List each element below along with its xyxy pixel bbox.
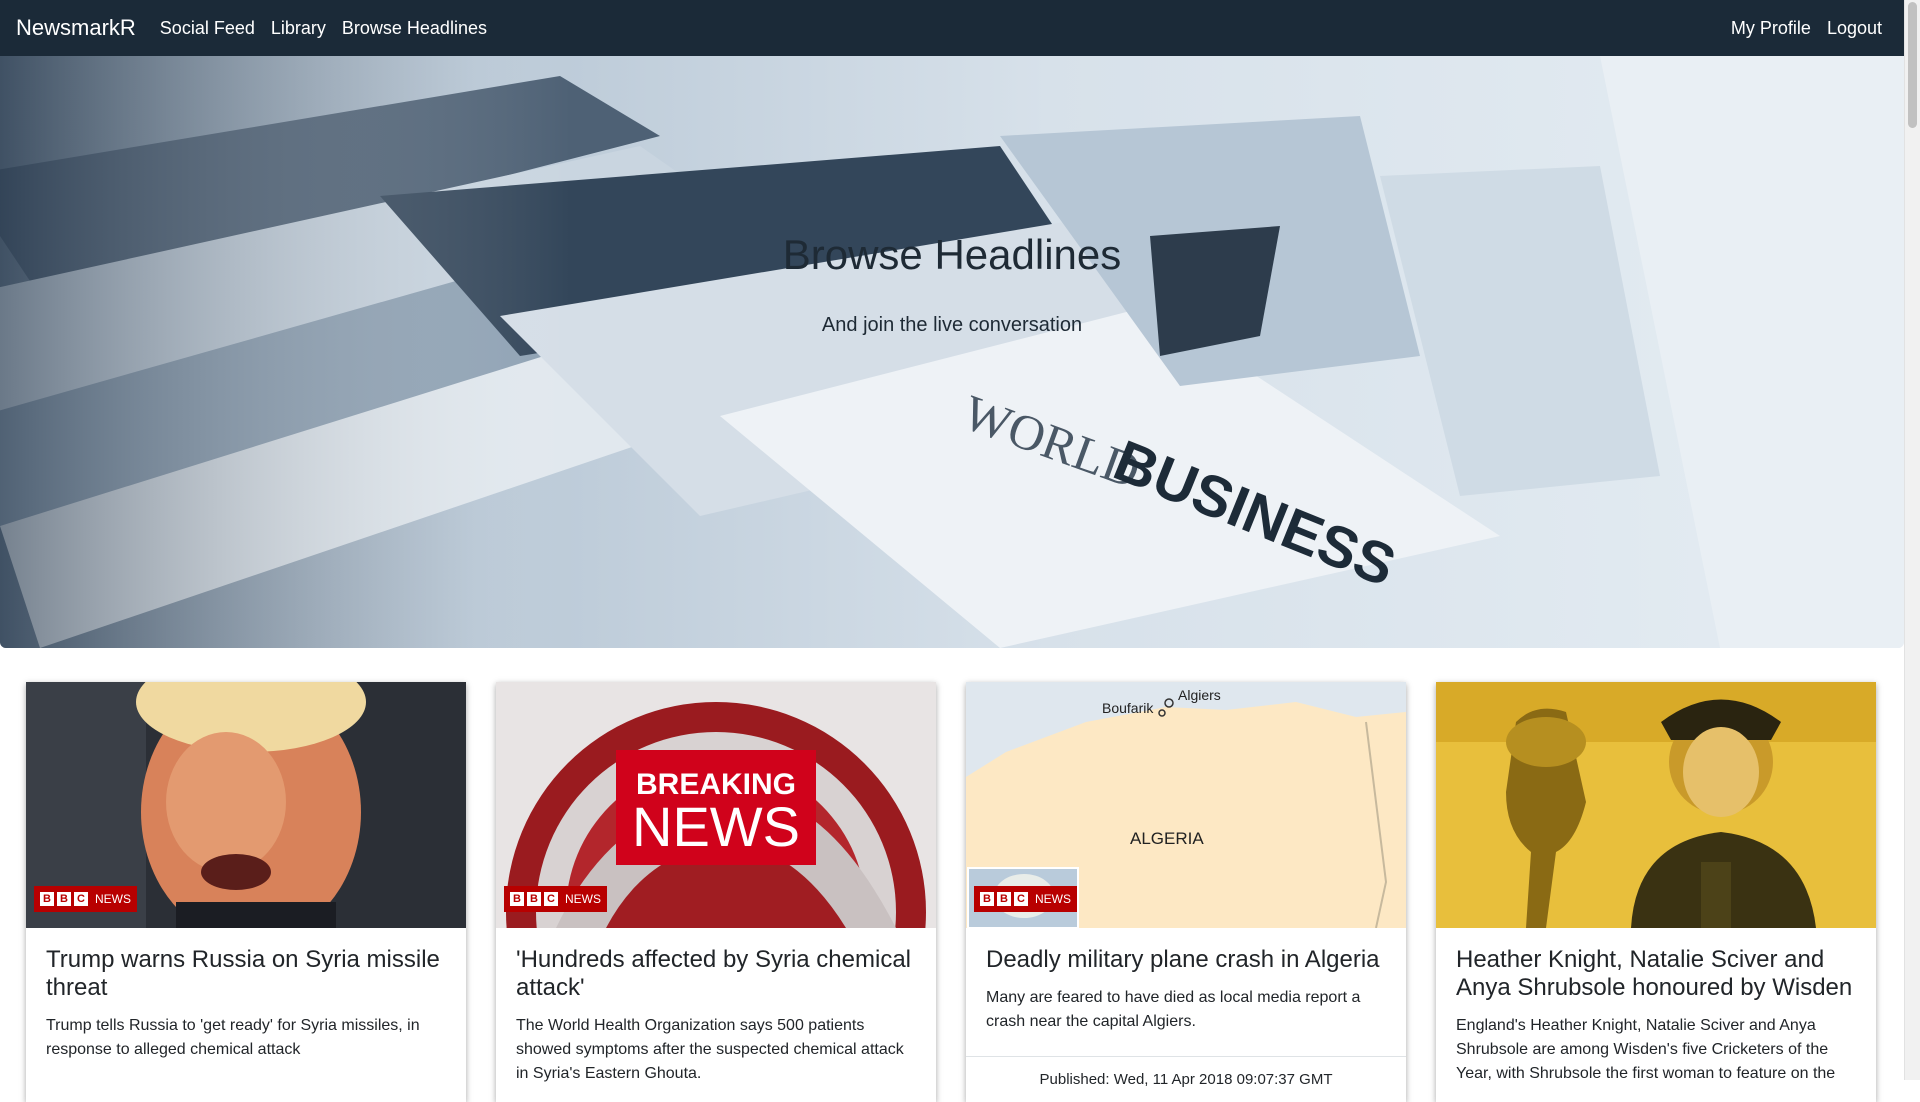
card-title[interactable]: Heather Knight, Natalie Sciver and Anya … xyxy=(1456,946,1856,1002)
nav-logout[interactable]: Logout xyxy=(1827,18,1882,39)
nav-browse-headlines[interactable]: Browse Headlines xyxy=(342,18,487,39)
hero-banner: WORLD BUSINESS Browse Headlines And join… xyxy=(0,56,1904,648)
card-description: Trump tells Russia to 'get ready' for Sy… xyxy=(46,1017,420,1058)
card-description: Many are feared to have died as local me… xyxy=(986,989,1361,1030)
map-label-algeria: ALGERIA xyxy=(1130,829,1204,848)
bbc-news-logo: B B C NEWS xyxy=(504,886,607,912)
card-description: England's Heather Knight, Natalie Sciver… xyxy=(1456,1017,1836,1082)
brand-logo[interactable]: NewsmarkR xyxy=(16,15,136,41)
card-image-algeria-map[interactable]: Algiers Boufarik ALGERIA B B C NEWS xyxy=(966,682,1406,928)
card-title[interactable]: Trump warns Russia on Syria missile thre… xyxy=(46,946,446,1002)
card-published-date: Published: Wed, 11 Apr 2018 09:07:37 GMT xyxy=(966,1056,1406,1088)
nav-right: My Profile Logout xyxy=(1715,18,1888,39)
headline-card[interactable]: BREAKING NEWS B B C NEWS 'Hundreds affec… xyxy=(496,682,936,1102)
card-description: The World Health Organization says 500 p… xyxy=(516,1017,904,1082)
news-text: NEWS xyxy=(632,795,800,858)
bbc-news-logo: B B C NEWS xyxy=(974,886,1077,912)
headline-card[interactable]: Algiers Boufarik ALGERIA B B C NEWS Dead… xyxy=(966,682,1406,1102)
hero-newspaper-image: WORLD BUSINESS xyxy=(0,56,1904,648)
card-title[interactable]: 'Hundreds affected by Syria chemical att… xyxy=(516,946,916,1002)
hero-title: Browse Headlines xyxy=(782,231,1122,278)
headline-card[interactable]: Heather Knight, Natalie Sciver and Anya … xyxy=(1436,682,1876,1102)
nav-my-profile[interactable]: My Profile xyxy=(1731,18,1811,39)
scrollbar-thumb[interactable] xyxy=(1908,2,1917,128)
page-scrollbar[interactable] xyxy=(1904,0,1920,1080)
card-image-trump[interactable]: B B C NEWS xyxy=(26,682,466,928)
bbc-news-logo: B B C NEWS xyxy=(34,886,137,912)
map-label-boufarik: Boufarik xyxy=(1102,700,1154,716)
card-title[interactable]: Deadly military plane crash in Algeria xyxy=(986,946,1396,974)
hero-subtitle: And join the live conversation xyxy=(821,314,1083,336)
card-image-breaking-news[interactable]: BREAKING NEWS B B C NEWS xyxy=(496,682,936,928)
navbar: NewsmarkR Social Feed Library Browse Hea… xyxy=(0,0,1904,56)
nav-library[interactable]: Library xyxy=(271,18,326,39)
card-image-cricket-trophy[interactable] xyxy=(1436,682,1876,928)
headline-card[interactable]: B B C NEWS Trump warns Russia on Syria m… xyxy=(26,682,466,1102)
map-label-algiers: Algiers xyxy=(1178,687,1221,703)
nav-social-feed[interactable]: Social Feed xyxy=(160,18,255,39)
